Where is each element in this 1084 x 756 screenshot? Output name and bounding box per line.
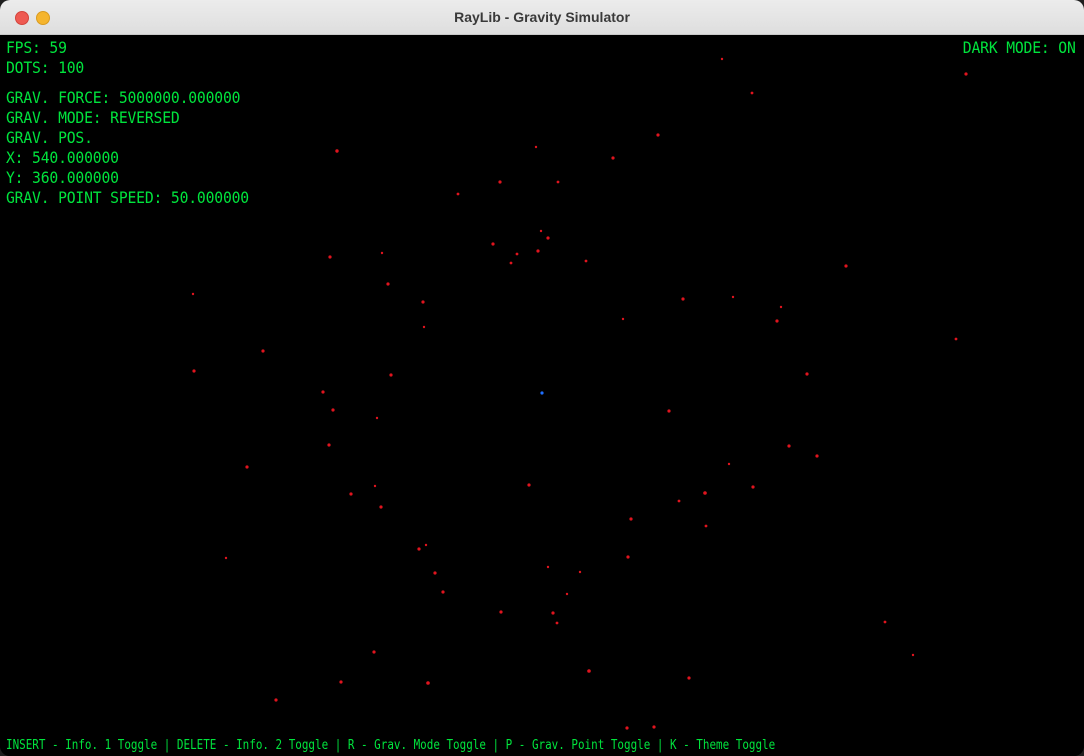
particle-dot — [727, 462, 731, 466]
particle-dot — [424, 543, 428, 547]
particle-dot — [274, 698, 278, 702]
particle-dot — [417, 547, 421, 551]
particle-dot — [224, 556, 228, 560]
particle-dot — [626, 555, 630, 559]
particle-dot — [704, 524, 708, 528]
particle-dot — [328, 255, 332, 259]
particle-dot — [629, 517, 633, 521]
grav-x-readout: X: 540.000000 — [6, 148, 119, 167]
particle-dot — [379, 505, 383, 509]
particle-dot — [327, 443, 331, 447]
particle-dot — [551, 611, 555, 615]
particle-dot — [565, 592, 569, 596]
window-title: RayLib - Gravity Simulator — [454, 9, 630, 25]
particle-dot — [546, 565, 550, 569]
particle-dot — [421, 300, 425, 304]
particle-dot — [815, 454, 819, 458]
particle-dot — [498, 180, 502, 184]
particle-dot — [527, 483, 531, 487]
particle-dot — [534, 145, 538, 149]
particle-dot — [779, 305, 783, 309]
grav-pos-label: GRAV. POS. — [6, 128, 93, 147]
particle-dot — [964, 72, 968, 76]
particle-dot — [372, 650, 376, 654]
particle-dot — [375, 416, 379, 420]
particle-dot — [750, 91, 754, 95]
keyboard-help-bar: INSERT - Info. 1 Toggle | DELETE - Info.… — [6, 738, 776, 753]
particle-dot — [703, 491, 707, 495]
particle-dot — [422, 325, 426, 329]
particle-dot — [335, 149, 339, 153]
particle-dot — [677, 499, 681, 503]
particle-dot — [667, 409, 671, 413]
particle-dot — [555, 621, 559, 625]
particle-dot — [611, 156, 615, 160]
grav-mode-readout: GRAV. MODE: REVERSED — [6, 108, 180, 127]
particle-dot — [426, 681, 430, 685]
particle-dot — [331, 408, 335, 412]
particle-dot — [731, 295, 735, 299]
particle-dot — [911, 653, 915, 657]
simulation-canvas[interactable]: FPS: 59 DOTS: 100 GRAV. FORCE: 5000000.0… — [0, 35, 1084, 756]
particle-dot — [536, 249, 540, 253]
particle-dot — [339, 680, 343, 684]
title-bar[interactable]: RayLib - Gravity Simulator — [0, 0, 1084, 35]
particle-dot — [578, 570, 582, 574]
particle-dot — [456, 192, 460, 196]
particle-dot — [584, 259, 588, 263]
particle-dot — [681, 297, 685, 301]
particle-field — [191, 57, 968, 730]
particle-dot — [192, 369, 196, 373]
grav-force-readout: GRAV. FORCE: 5000000.000000 — [6, 88, 241, 107]
particle-dot — [441, 590, 445, 594]
particle-dot — [883, 620, 887, 624]
grav-y-readout: Y: 360.000000 — [6, 168, 119, 187]
gravity-point — [540, 391, 544, 395]
particle-dot — [656, 133, 660, 137]
particle-dot — [509, 261, 513, 265]
particle-dot — [245, 465, 249, 469]
particle-dot — [787, 444, 791, 448]
particle-dot — [687, 676, 691, 680]
particle-dot — [720, 57, 724, 61]
particle-dot — [625, 726, 629, 730]
particle-dot — [386, 282, 390, 286]
particle-dot — [191, 292, 195, 296]
particle-dot — [261, 349, 265, 353]
particle-dot — [805, 372, 809, 376]
particle-dot — [433, 571, 437, 575]
particle-dot — [539, 229, 543, 233]
particle-dot — [556, 180, 560, 184]
particle-dot — [751, 485, 755, 489]
particle-dot — [373, 484, 377, 488]
particle-dot — [621, 317, 625, 321]
particle-dot — [321, 390, 325, 394]
particle-dot — [349, 492, 353, 496]
particle-dot — [587, 669, 591, 673]
app-window: RayLib - Gravity Simulator FPS: 59 DOTS:… — [0, 0, 1084, 756]
particle-dot — [389, 373, 393, 377]
particle-dot — [775, 319, 779, 323]
particle-dot — [491, 242, 495, 246]
particle-dot — [844, 264, 848, 268]
particle-dot — [652, 725, 656, 729]
particle-dot — [499, 610, 503, 614]
grav-speed-readout: GRAV. POINT SPEED: 50.000000 — [6, 188, 249, 207]
fps-readout: FPS: 59 — [6, 38, 67, 57]
particle-dot — [380, 251, 384, 255]
dark-mode-status: DARK MODE: ON — [963, 38, 1076, 57]
particle-dot — [954, 337, 958, 341]
particle-dot — [515, 252, 519, 256]
particle-dot — [546, 236, 550, 240]
dots-count: DOTS: 100 — [6, 58, 85, 77]
